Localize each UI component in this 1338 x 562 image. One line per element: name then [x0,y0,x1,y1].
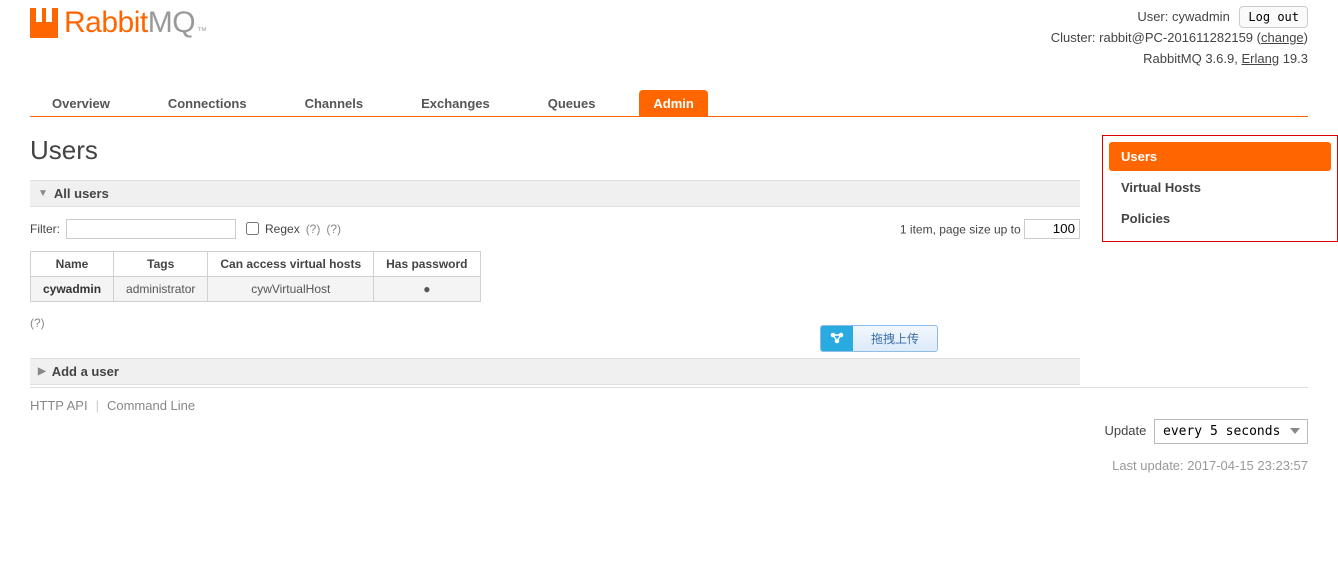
tab-queues[interactable]: Queues [534,90,610,116]
cluster-label: Cluster: [1051,30,1096,45]
col-has-password[interactable]: Has password [374,251,480,276]
tab-overview[interactable]: Overview [38,90,124,116]
tab-connections[interactable]: Connections [154,90,261,116]
section-all-users-label: All users [54,186,109,201]
help-icon[interactable]: (?) [326,222,341,236]
main-tabs: Overview Connections Channels Exchanges … [30,90,1308,117]
admin-sidebar: Users Virtual Hosts Policies [1102,135,1338,242]
regex-toggle[interactable]: Regex [242,219,300,238]
user-label: User: [1137,9,1168,24]
sidebar-item-vhosts[interactable]: Virtual Hosts [1109,173,1331,202]
update-interval-select[interactable]: every 5 seconds [1154,419,1308,444]
cluster-name: rabbit@PC-201611282159 [1099,30,1253,45]
header-info: User: cywadmin Log out Cluster: rabbit@P… [1051,6,1308,70]
col-name[interactable]: Name [31,251,114,276]
page-title: Users [30,135,1080,166]
update-label: Update [1104,423,1146,438]
http-api-link[interactable]: HTTP API [30,398,88,413]
footer-links: HTTP API | Command Line [30,387,1308,413]
regex-label-text: Regex [265,222,300,236]
tab-admin[interactable]: Admin [639,90,707,116]
cell-has-password: ● [374,276,480,301]
chevron-down-icon: ▼ [38,188,48,199]
rabbitmq-version: 3.6.9 [1205,51,1234,66]
sidebar-item-users[interactable]: Users [1109,142,1331,171]
cloud-share-icon [821,326,853,351]
cell-name: cywadmin [31,276,114,301]
sidebar-item-policies[interactable]: Policies [1109,204,1331,233]
brand-text-right: MQ [148,6,195,40]
logout-button[interactable]: Log out [1239,6,1308,28]
separator: | [96,398,99,413]
filter-label: Filter: [30,222,60,236]
pager-text: 1 item, page size up to [900,222,1021,236]
change-cluster-link[interactable]: change [1261,30,1304,45]
help-icon[interactable]: (?) [306,222,321,236]
rabbitmq-icon [30,8,58,38]
erlang-link[interactable]: Erlang [1241,51,1279,66]
cell-vhosts: cywVirtualHost [208,276,374,301]
command-line-link[interactable]: Command Line [107,398,195,413]
section-all-users[interactable]: ▼ All users [30,180,1080,207]
section-add-user-label: Add a user [52,364,119,379]
current-user: cywadmin [1172,9,1230,24]
last-update-value: 2017-04-15 23:23:57 [1187,458,1308,473]
regex-checkbox[interactable] [246,222,259,235]
brand-text-left: Rabbit [64,6,148,40]
rabbitmq-logo: RabbitMQ™ [30,6,207,40]
upload-widget-label: 拖拽上传 [853,326,937,351]
col-tags[interactable]: Tags [114,251,208,276]
page-size-input[interactable] [1024,219,1080,239]
trademark-symbol: ™ [197,26,207,37]
erlang-version: 19.3 [1283,51,1308,66]
cell-tags: administrator [114,276,208,301]
last-update-label: Last update: [1112,458,1184,473]
chevron-right-icon: ▶ [38,366,46,377]
table-row[interactable]: cywadmin administrator cywVirtualHost ● [31,276,481,301]
tab-exchanges[interactable]: Exchanges [407,90,504,116]
users-table: Name Tags Can access virtual hosts Has p… [30,251,481,302]
filter-input[interactable] [66,219,236,239]
col-vhosts[interactable]: Can access virtual hosts [208,251,374,276]
section-add-user[interactable]: ▶ Add a user [30,358,1080,385]
upload-widget[interactable]: 拖拽上传 [820,325,938,352]
tab-channels[interactable]: Channels [291,90,378,116]
version-prefix: RabbitMQ [1143,51,1202,66]
